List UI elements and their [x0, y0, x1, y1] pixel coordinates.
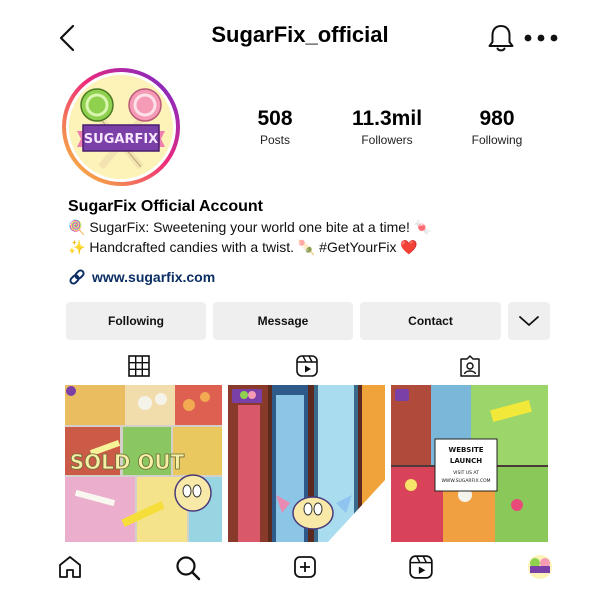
post-2-image [228, 385, 385, 542]
logo-wordmark: SUGARFIX [84, 132, 158, 147]
followers-label: Followers [361, 133, 413, 147]
top-bar: SugarFix_official [0, 0, 600, 72]
nav-profile[interactable] [527, 554, 557, 584]
following-button[interactable]: Following [66, 302, 206, 340]
website-link[interactable]: www.sugarfix.com [68, 268, 215, 286]
grid-icon [128, 355, 150, 377]
launch-card-line-3: VISIT US AT [453, 470, 479, 476]
launch-card-line-4: WWW.SUGARFIX.COM [441, 478, 490, 484]
posts-grid: SOLD OUT WEBSITE LAUNCH VISIT US AT WWW.… [65, 385, 548, 542]
chevron-down-icon [519, 316, 539, 326]
more-options-button[interactable] [522, 26, 562, 50]
launch-card-line-2: LAUNCH [450, 457, 482, 465]
posts-count: 508 [257, 107, 293, 130]
nav-home[interactable] [57, 554, 87, 584]
reels-icon [409, 555, 433, 579]
profile-avatar-icon [528, 555, 552, 579]
back-button[interactable] [56, 22, 80, 54]
tab-tagged[interactable] [458, 354, 484, 380]
following-count: 980 [479, 107, 515, 130]
following-label: Following [471, 133, 523, 147]
contact-button[interactable]: Contact [360, 302, 501, 340]
sold-out-overlay: SOLD OUT [70, 450, 185, 474]
nav-create[interactable] [292, 554, 322, 584]
following-stat[interactable]: 980 Following [447, 106, 547, 148]
nav-reels[interactable] [408, 554, 438, 584]
nav-search[interactable] [174, 554, 204, 584]
bio-line-2: ✨ Handcrafted candies with a twist. 🍡 #G… [68, 239, 418, 255]
search-icon [176, 556, 201, 581]
posts-label: Posts [259, 133, 290, 147]
link-icon [69, 269, 85, 285]
profile-bio: SugarFix Official Account 🍭 SugarFix: Sw… [68, 196, 568, 257]
followers-count: 11.3mil [351, 107, 423, 130]
post-1-image: SOLD OUT [65, 385, 222, 542]
bio-line-1: 🍭 SugarFix: Sweetening your world one bi… [68, 219, 432, 235]
suggested-dropdown-button[interactable] [508, 302, 550, 340]
post-3-image: WEBSITE LAUNCH VISIT US AT WWW.SUGARFIX.… [391, 385, 548, 542]
bottom-navigation [0, 550, 600, 590]
profile-username: SugarFix_official [211, 22, 389, 47]
home-icon [59, 556, 81, 578]
posts-stat[interactable]: 508 Posts [225, 106, 325, 148]
followers-stat[interactable]: 11.3mil Followers [337, 106, 437, 148]
more-horizontal-icon [524, 34, 558, 42]
tab-reels[interactable] [295, 354, 321, 380]
tab-grid[interactable] [127, 354, 153, 380]
profile-avatar[interactable]: SUGARFIX [62, 68, 180, 186]
message-button[interactable]: Message [213, 302, 353, 340]
bell-icon [488, 25, 514, 52]
post-thumbnail-2[interactable] [228, 385, 385, 542]
launch-card-line-1: WEBSITE [448, 446, 483, 454]
notifications-button[interactable] [486, 22, 516, 54]
plus-square-icon [294, 556, 316, 578]
post-thumbnail-1[interactable]: SOLD OUT [65, 385, 222, 542]
chevron-left-icon [59, 24, 75, 52]
sugarfix-logo: SUGARFIX [69, 75, 173, 179]
tagged-icon [460, 355, 480, 377]
post-thumbnail-3[interactable]: WEBSITE LAUNCH VISIT US AT WWW.SUGARFIX.… [391, 385, 548, 542]
website-url: www.sugarfix.com [92, 269, 216, 285]
profile-display-name: SugarFix Official Account [68, 198, 263, 215]
reels-icon [296, 355, 318, 377]
